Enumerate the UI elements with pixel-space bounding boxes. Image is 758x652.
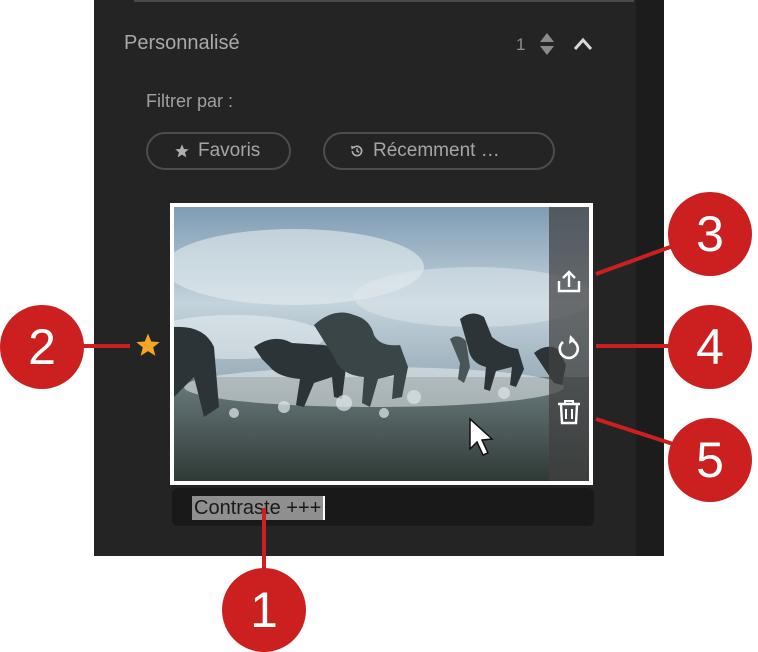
callout-leader-lines	[82, 244, 674, 580]
callout-2: 2	[0, 305, 84, 389]
callout-5: 5	[668, 418, 752, 502]
callout-1: 1	[222, 568, 306, 652]
callout-4: 4	[668, 305, 752, 389]
callout-3: 3	[668, 192, 752, 276]
